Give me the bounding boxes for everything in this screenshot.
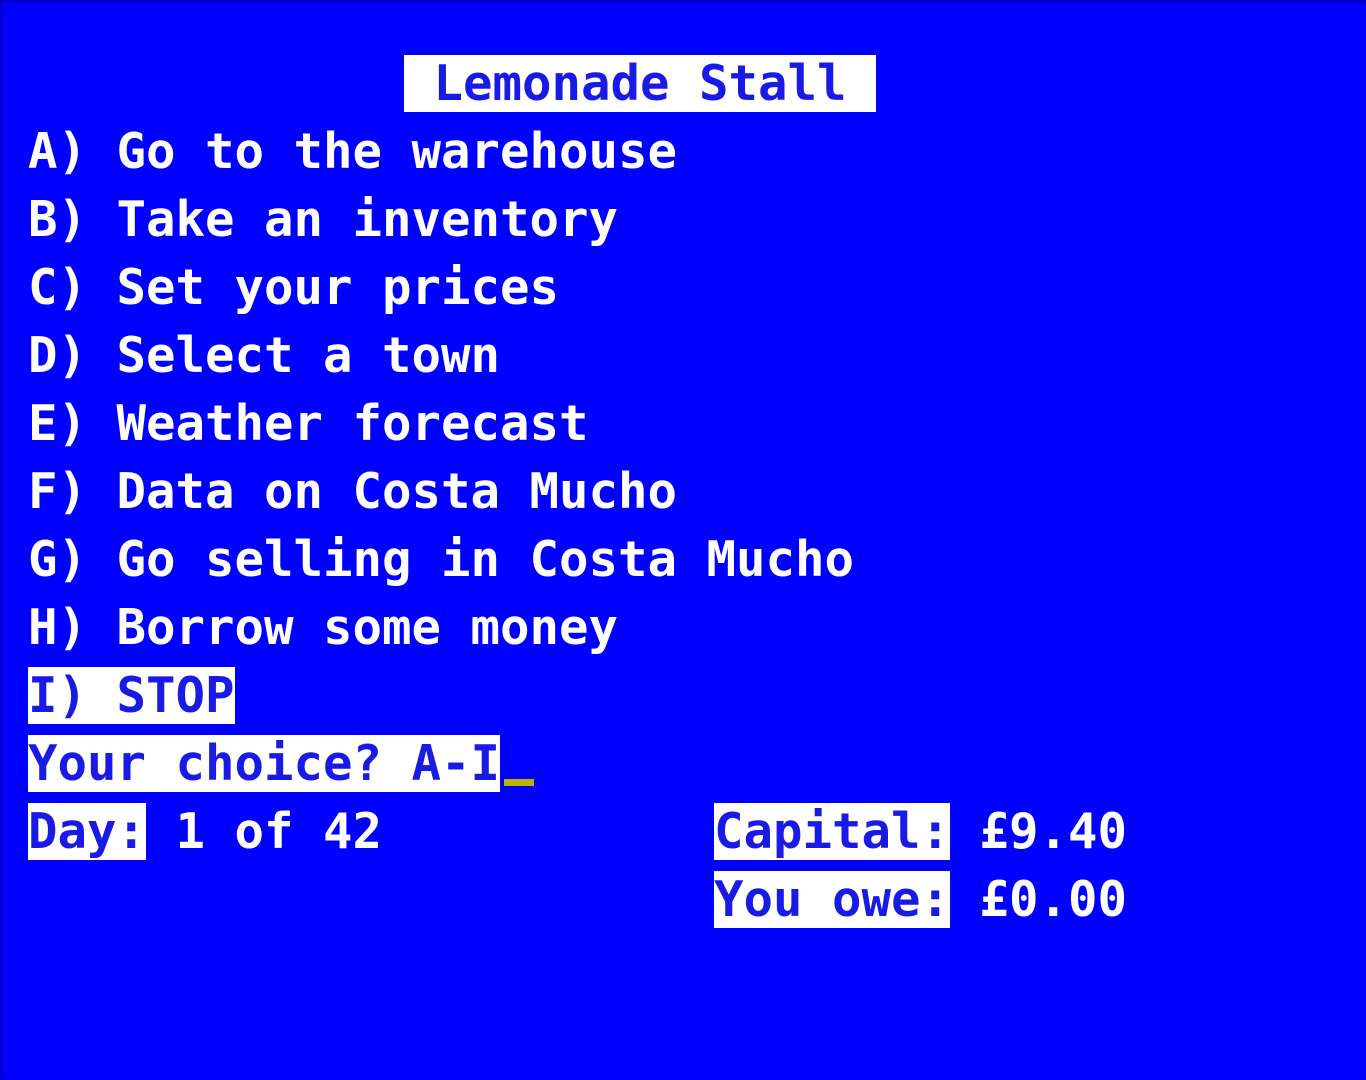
menu-item-c-label: C) Set your prices <box>28 259 560 316</box>
menu-item-a-label: A) Go to the warehouse <box>28 123 678 180</box>
page-title-text: Lemonade Stall <box>404 55 877 112</box>
status-day-value: 1 of 42 <box>146 803 383 860</box>
menu-item-g-label: G) Go selling in Costa Mucho <box>28 531 855 588</box>
status-day-label: Day: <box>28 803 147 860</box>
text-cursor <box>504 779 535 786</box>
status-capital-label: Capital: <box>714 803 951 860</box>
status-capital-value: £9.40 <box>950 803 1128 860</box>
status-day: Day: 1 of 42 <box>28 803 383 860</box>
status-owed-label: You owe: <box>714 871 951 928</box>
menu-item-g-go-selling[interactable]: G) Go selling in Costa Mucho <box>28 532 854 588</box>
menu-item-h-label: H) Borrow some money <box>28 599 619 656</box>
menu-item-h-borrow-money[interactable]: H) Borrow some money <box>28 600 618 656</box>
choice-prompt[interactable]: Your choice? A-I <box>28 735 535 792</box>
menu-item-b-take-inventory[interactable]: B) Take an inventory <box>28 192 618 248</box>
menu-item-c-set-prices[interactable]: C) Set your prices <box>28 260 559 316</box>
menu-item-e-label: E) Weather forecast <box>28 395 589 452</box>
menu-item-i-stop[interactable]: I) STOP <box>28 667 235 724</box>
game-screen: Lemonade Stall A) Go to the warehouse B)… <box>0 0 1366 1080</box>
status-owed-value: £0.00 <box>950 871 1128 928</box>
menu-item-f-label: F) Data on Costa Mucho <box>28 463 678 520</box>
menu-item-e-weather-forecast[interactable]: E) Weather forecast <box>28 396 589 452</box>
status-owed: You owe: £0.00 <box>714 871 1128 928</box>
menu-item-d-label: D) Select a town <box>28 327 501 384</box>
menu-item-i-label: I) STOP <box>28 667 235 724</box>
menu-item-b-label: B) Take an inventory <box>28 191 619 248</box>
status-capital: Capital: £9.40 <box>714 803 1128 860</box>
page-title: Lemonade Stall <box>404 55 877 112</box>
choice-prompt-label: Your choice? A-I <box>28 735 501 792</box>
menu-item-a-go-to-warehouse[interactable]: A) Go to the warehouse <box>28 124 677 180</box>
menu-item-f-data-on-town[interactable]: F) Data on Costa Mucho <box>28 464 677 520</box>
menu-item-d-select-town[interactable]: D) Select a town <box>28 328 500 384</box>
